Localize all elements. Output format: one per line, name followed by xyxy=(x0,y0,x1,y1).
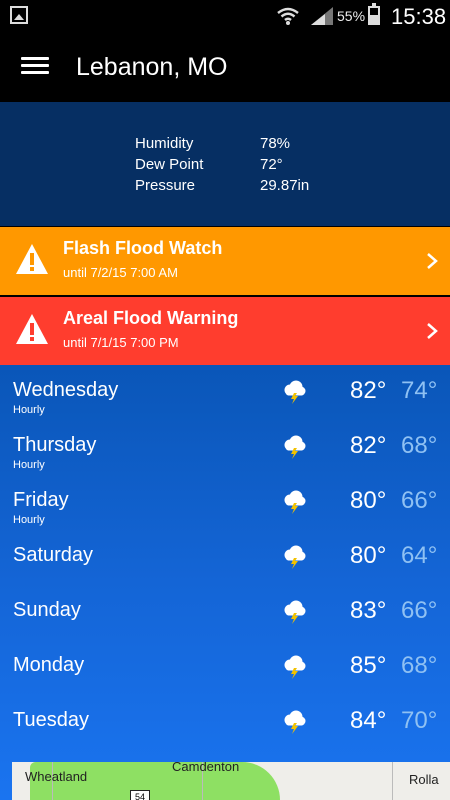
thunderstorm-icon xyxy=(284,545,306,569)
daily-forecast-list: Wednesday Hourly 82° 74° Thursday Hourly 82° 68… xyxy=(0,365,450,800)
wifi-icon xyxy=(277,7,299,25)
pressure-value: 29.87in xyxy=(260,177,310,194)
map-label-camdenton: Camdenton xyxy=(172,762,240,774)
warning-icon xyxy=(16,244,48,274)
humidity-value: 78% xyxy=(260,135,291,152)
alert-title: Areal Flood Warning xyxy=(63,308,239,328)
signal-strength-icon xyxy=(311,7,333,25)
flash-flood-watch-alert[interactable]: Flash Flood Watch until 7/2/15 7:00 AM xyxy=(0,227,450,295)
thunderstorm-icon xyxy=(284,600,306,624)
high-temp: 84° xyxy=(350,707,387,734)
high-temp: 82° xyxy=(350,377,387,404)
high-temp: 82° xyxy=(350,432,387,459)
forecast-day-row[interactable]: Friday Hourly 80° 66° xyxy=(0,475,450,530)
map-road xyxy=(392,762,393,800)
high-temp: 83° xyxy=(350,597,387,624)
day-name: Wednesday xyxy=(13,379,119,401)
forecast-day-row[interactable]: Wednesday Hourly 82° 74° xyxy=(0,365,450,420)
high-temp: 80° xyxy=(350,487,387,514)
hourly-link[interactable]: Hourly xyxy=(13,404,45,416)
pressure-label: Pressure xyxy=(135,177,196,194)
hourly-link[interactable]: Hourly xyxy=(13,459,45,471)
humidity-label: Humidity xyxy=(135,135,194,152)
day-name: Tuesday xyxy=(13,709,89,731)
alert-expiry: until 7/1/15 7:00 PM xyxy=(63,335,179,350)
alert-expiry: until 7/2/15 7:00 AM xyxy=(63,265,178,280)
forecast-day-row[interactable]: Monday 85° 68° xyxy=(0,640,450,695)
day-name: Saturday xyxy=(13,544,94,566)
battery-icon xyxy=(368,3,380,25)
thunderstorm-icon xyxy=(284,435,306,459)
chevron-right-icon xyxy=(427,253,438,269)
chevron-right-icon xyxy=(427,323,438,339)
low-temp: 68° xyxy=(401,432,438,459)
dew-point-value: 72° xyxy=(260,156,283,173)
current-conditions-panel: Humidity 78% Dew Point 72° Pressure 29.8… xyxy=(0,102,450,226)
clock: 15:38 xyxy=(391,4,447,29)
low-temp: 74° xyxy=(401,377,438,404)
hamburger-menu-icon[interactable] xyxy=(21,57,49,77)
forecast-day-row[interactable]: Thursday Hourly 82° 68° xyxy=(0,420,450,475)
thunderstorm-icon xyxy=(284,490,306,514)
day-name: Friday xyxy=(13,489,69,511)
warning-icon xyxy=(16,314,48,344)
forecast-day-row[interactable]: Sunday 83° 66° xyxy=(0,585,450,640)
high-temp: 85° xyxy=(350,652,387,679)
thunderstorm-icon xyxy=(284,655,306,679)
gallery-notification-icon xyxy=(10,6,28,24)
dew-point-label: Dew Point xyxy=(135,156,204,173)
thunderstorm-icon xyxy=(284,710,306,734)
map-label-wheatland: Wheatland xyxy=(25,769,88,784)
alert-title: Flash Flood Watch xyxy=(63,238,223,258)
battery-percent: 55% xyxy=(337,8,366,24)
battery-level xyxy=(370,14,378,23)
areal-flood-warning-alert[interactable]: Areal Flood Warning until 7/1/15 7:00 PM xyxy=(0,297,450,365)
route-shield: 54 xyxy=(130,790,150,800)
high-temp: 80° xyxy=(350,542,387,569)
low-temp: 64° xyxy=(401,542,438,569)
location-title: Lebanon, MO xyxy=(76,53,228,81)
thunderstorm-icon xyxy=(284,380,306,404)
low-temp: 66° xyxy=(401,487,438,514)
day-name: Thursday xyxy=(13,434,97,456)
day-name: Monday xyxy=(13,654,85,676)
hourly-link[interactable]: Hourly xyxy=(13,514,45,526)
forecast-day-row[interactable]: Saturday 80° 64° xyxy=(0,530,450,585)
day-name: Sunday xyxy=(13,599,81,621)
low-temp: 70° xyxy=(401,707,438,734)
low-temp: 68° xyxy=(401,652,438,679)
map-label-rolla: Rolla xyxy=(409,772,439,787)
forecast-day-row[interactable]: Tuesday 84° 70° xyxy=(0,695,450,750)
radar-map-preview[interactable]: Wheatland Camdenton Rolla 54 xyxy=(12,762,450,800)
low-temp: 66° xyxy=(401,597,438,624)
status-bar: 55% 15:38 xyxy=(0,0,450,32)
